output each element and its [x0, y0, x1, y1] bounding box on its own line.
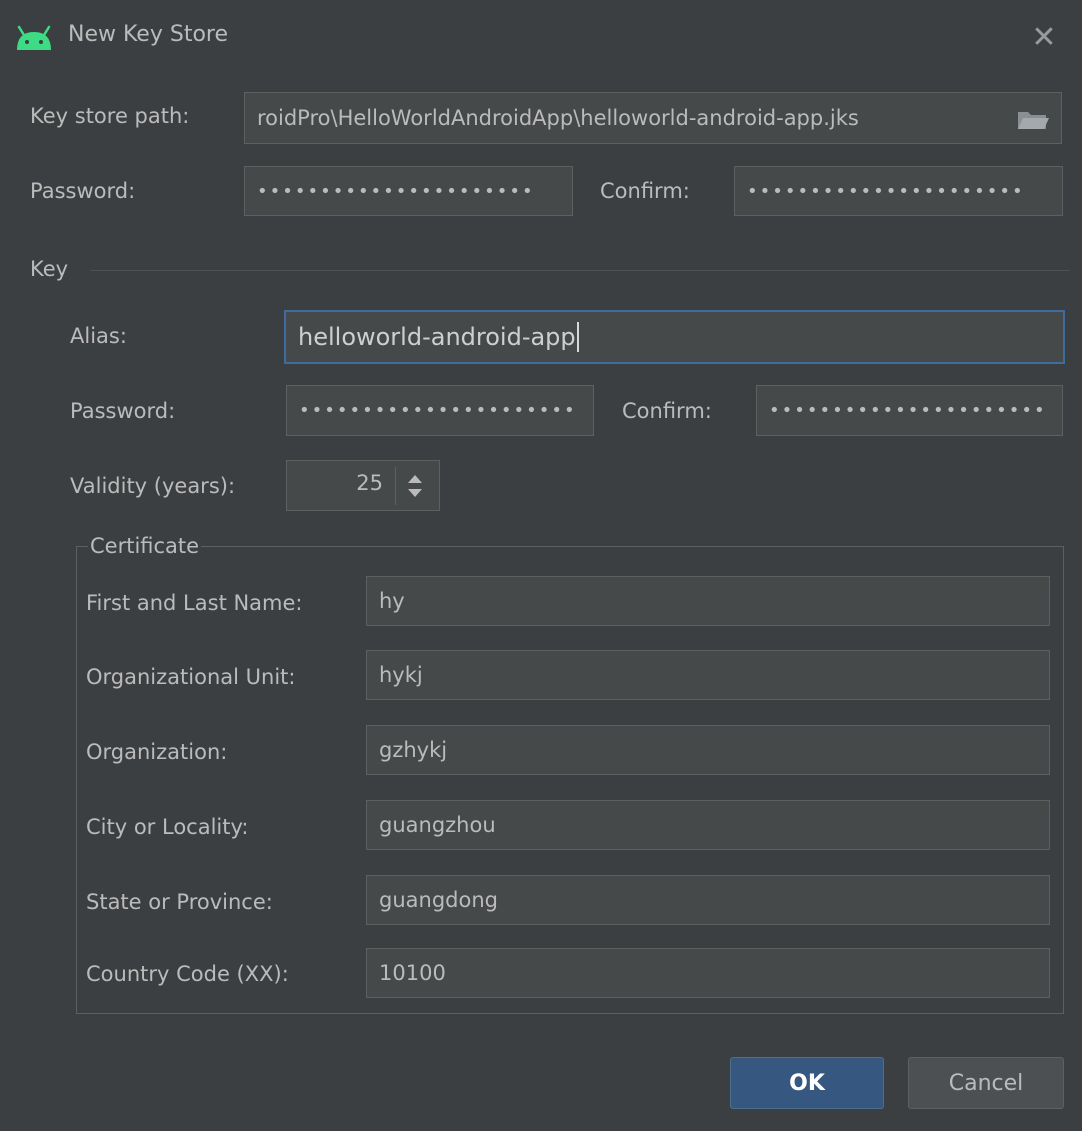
folder-icon[interactable]: [1016, 108, 1050, 132]
keystore-confirm-label: Confirm:: [600, 179, 690, 203]
validity-value: 25: [356, 471, 383, 495]
text-caret: [576, 322, 579, 352]
key-confirm-label: Confirm:: [622, 399, 712, 423]
key-section-title: Key: [30, 257, 69, 281]
alias-value: helloworld-android-app: [298, 323, 576, 351]
key-confirm-input[interactable]: ••••••••••••••••••••••: [756, 385, 1063, 436]
key-password-input[interactable]: ••••••••••••••••••••••: [286, 385, 594, 436]
key-store-path-input[interactable]: roidPro\HelloWorldAndroidApp\helloworld-…: [244, 92, 1062, 144]
key-password-value: ••••••••••••••••••••••: [299, 400, 577, 421]
key-store-path-value: roidPro\HelloWorldAndroidApp\helloworld-…: [257, 106, 859, 130]
validity-spinner[interactable]: 25: [286, 460, 440, 511]
key-store-path-label: Key store path:: [30, 104, 190, 128]
organizational-unit-input[interactable]: hykj: [366, 650, 1050, 700]
alias-input[interactable]: helloworld-android-app: [284, 310, 1065, 364]
keystore-password-label: Password:: [30, 179, 136, 203]
organization-value: gzhykj: [379, 738, 448, 762]
state-province-label: State or Province:: [86, 890, 273, 914]
ok-button[interactable]: OK: [730, 1057, 884, 1109]
validity-label: Validity (years):: [70, 474, 236, 498]
state-province-value: guangdong: [379, 888, 498, 912]
dialog-title: New Key Store: [68, 22, 229, 47]
country-code-input[interactable]: 10100: [366, 948, 1050, 998]
state-province-input[interactable]: guangdong: [366, 875, 1050, 925]
title-bar: New Key Store ✕: [0, 0, 1082, 78]
city-locality-input[interactable]: guangzhou: [366, 800, 1050, 850]
organizational-unit-value: hykj: [379, 663, 423, 687]
country-code-label: Country Code (XX):: [86, 962, 289, 986]
cancel-button[interactable]: Cancel: [908, 1057, 1064, 1109]
first-last-name-input[interactable]: hy: [366, 576, 1050, 626]
spinner-divider: [395, 467, 396, 505]
organization-label: Organization:: [86, 740, 228, 764]
key-confirm-value: ••••••••••••••••••••••: [769, 400, 1047, 421]
new-key-store-dialog: New Key Store ✕ Key store path: roidPro\…: [0, 0, 1082, 1131]
alias-label: Alias:: [70, 324, 127, 348]
keystore-password-input[interactable]: ••••••••••••••••••••••: [244, 166, 573, 216]
keystore-confirm-value: ••••••••••••••••••••••: [747, 180, 1025, 202]
city-locality-label: City or Locality:: [86, 815, 249, 839]
certificate-title: Certificate: [88, 534, 202, 558]
android-icon: [17, 25, 51, 50]
first-last-name-label: First and Last Name:: [86, 591, 303, 615]
keystore-confirm-input[interactable]: ••••••••••••••••••••••: [734, 166, 1063, 216]
spinner-arrows-icon[interactable]: [403, 471, 427, 501]
country-code-value: 10100: [379, 961, 446, 985]
organizational-unit-label: Organizational Unit:: [86, 665, 296, 689]
organization-input[interactable]: gzhykj: [366, 725, 1050, 775]
keystore-password-value: ••••••••••••••••••••••: [257, 180, 535, 202]
first-last-name-value: hy: [379, 589, 405, 613]
city-locality-value: guangzhou: [379, 813, 496, 837]
close-icon[interactable]: ✕: [1026, 20, 1062, 56]
key-password-label: Password:: [70, 399, 176, 423]
key-section-divider: [90, 270, 1070, 271]
